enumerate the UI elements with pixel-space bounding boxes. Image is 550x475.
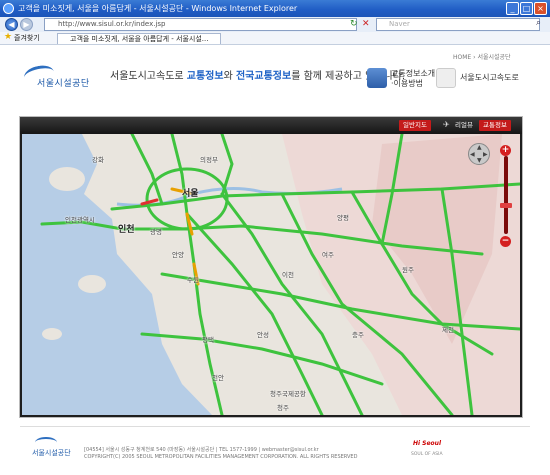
map-place-label: 평택	[202, 336, 214, 344]
window-title: 고객을 미소짓게, 서울을 아름답게 - 서울시설공단 - Windows In…	[18, 4, 298, 13]
site-logo[interactable]: 서울시설공단	[37, 76, 90, 89]
map-place-label: 여주	[322, 251, 334, 259]
map-place-label: 강화	[92, 156, 104, 164]
breadcrumb-home[interactable]: HOME	[453, 54, 471, 61]
star-icon[interactable]: ★	[4, 32, 12, 42]
title-bar: 고객을 미소짓게, 서울을 아름답게 - 서울시설공단 - Windows In…	[0, 0, 550, 17]
refresh-icon[interactable]: ↻	[350, 19, 358, 29]
pan-control[interactable]: ▲ ▼ ◀ ▶	[468, 143, 490, 165]
map-toolbar: 일반지도 ✈ 리얼뷰 교통정보	[20, 117, 522, 134]
pan-up-icon[interactable]: ▲	[477, 144, 482, 151]
expressway-button[interactable]: 서울도시고속도로	[436, 66, 536, 94]
stop-icon[interactable]: ✕	[362, 19, 370, 29]
map-realview-tab[interactable]: 리얼뷰	[451, 120, 477, 131]
favorites-bar: ★ 즐겨찾기 고객을 미소짓게, 서울을 아름답게 - 서울시설...	[0, 32, 550, 45]
breadcrumb: HOME › 서울시설공단	[453, 52, 511, 61]
favorites-button[interactable]: 즐겨찾기	[14, 33, 40, 43]
close-button[interactable]: ×	[534, 2, 547, 15]
plane-icon: ✈	[443, 120, 450, 129]
map-place-label: 충주	[352, 331, 364, 339]
page-slogan: 서울도시고속도로 교통정보와 전국교통정보를 함께 제공하고 있습니다.	[110, 67, 405, 82]
road-icon	[436, 68, 456, 88]
browser-tab[interactable]: 고객을 미소짓게, 서울을 아름답게 - 서울시설...	[57, 33, 221, 44]
traffic-info-label: 교통정보소개 ·이용방법	[391, 69, 435, 89]
footer-logo: 서울시설공단	[32, 449, 71, 457]
slogan-part: 와	[223, 71, 236, 82]
expressway-label: 서울도시고속도로	[460, 73, 519, 82]
slogan-part: 서울도시고속도로	[110, 71, 187, 82]
slogan-highlight: 교통정보	[186, 71, 224, 82]
hi-seoul-sub: SOUL OF ASIA	[411, 452, 443, 457]
map-normal-tab[interactable]: 일반지도	[399, 120, 431, 131]
map-place-label: 수원	[187, 276, 199, 284]
zoom-control: + −	[496, 142, 516, 252]
map-place-label: 제천	[442, 326, 454, 334]
pan-left-icon[interactable]: ◀	[470, 151, 475, 158]
ie-icon	[3, 3, 14, 14]
map-place-label: 의정부	[200, 156, 218, 164]
map-place-label: 인천광역시	[65, 216, 95, 224]
footer-address-text: [04554] 서울시 성동구 청계천로 540 (마장동) 서울시설공단 | …	[84, 447, 319, 453]
breadcrumb-current[interactable]: 서울시설공단	[477, 54, 510, 61]
footer-copyright: COPYRIGHT(C) 2005 SEOUL METROPOLITAN FAC…	[84, 454, 358, 460]
minimize-button[interactable]: _	[506, 2, 519, 15]
search-icon[interactable]: ⌕	[536, 18, 541, 28]
map-place-label: 천안	[212, 374, 224, 382]
footer-divider	[20, 426, 530, 427]
map-traffic-tab[interactable]: 교통정보	[479, 120, 511, 131]
map-place-label: 광명	[150, 228, 162, 236]
map-place-label: 원주	[402, 266, 414, 274]
map-place-label: 양평	[337, 214, 349, 222]
map-canvas[interactable]: 강화인천광역시인천 서울 의정부광명안양수원 양평여주이천평택 안성 원주충주천안청주 제천…	[22, 134, 520, 415]
maximize-button[interactable]: □	[520, 2, 533, 15]
map-place-label: 이천	[282, 271, 294, 279]
zoom-thumb[interactable]	[500, 203, 512, 208]
traffic-map-frame: 일반지도 ✈ 리얼뷰 교통정보 강화 인천광역시 인천 서울 의정부 광명 안양…	[19, 116, 523, 418]
island	[78, 275, 106, 293]
slogan-highlight: 전국교통정보	[235, 71, 292, 82]
footer-logo-mark	[35, 437, 57, 448]
traffic-info-button[interactable]: 교통정보소개 ·이용방법	[367, 66, 442, 94]
pan-down-icon[interactable]: ▼	[477, 157, 482, 164]
zoom-out-button[interactable]: −	[500, 236, 511, 247]
url-input[interactable]: http://www.sisul.or.kr/index.jsp	[44, 18, 357, 31]
footer-address: [04554] 서울시 성동구 청계천로 540 (마장동) 서울시설공단 | …	[84, 447, 357, 461]
traffic-info-title: 교통정보소개	[391, 69, 436, 78]
search-input[interactable]: Naver	[376, 18, 540, 31]
forward-button[interactable]: ▶	[20, 18, 33, 31]
hi-seoul-logo: Hi Seoul	[413, 440, 442, 447]
island	[49, 167, 85, 191]
map-place-label: 인천	[118, 225, 135, 235]
map-place-label: 청주국제공항	[270, 390, 306, 398]
zoom-slider[interactable]	[504, 156, 508, 234]
monitor-icon	[367, 68, 387, 88]
highway	[185, 212, 324, 415]
map-place-label: 청주	[277, 404, 289, 412]
island	[42, 328, 62, 340]
zoom-in-button[interactable]: +	[500, 145, 511, 156]
traffic-info-sub: ·이용방법	[391, 79, 423, 88]
map-place-label: 안양	[172, 251, 184, 259]
map-place-label: 서울	[182, 189, 199, 199]
back-button[interactable]: ◀	[5, 18, 18, 31]
pan-right-icon[interactable]: ▶	[483, 151, 488, 158]
address-bar: ◀ ▶ http://www.sisul.or.kr/index.jsp ↻ ✕…	[0, 17, 550, 33]
map-svg	[22, 134, 520, 415]
map-place-label: 안성	[257, 331, 269, 339]
